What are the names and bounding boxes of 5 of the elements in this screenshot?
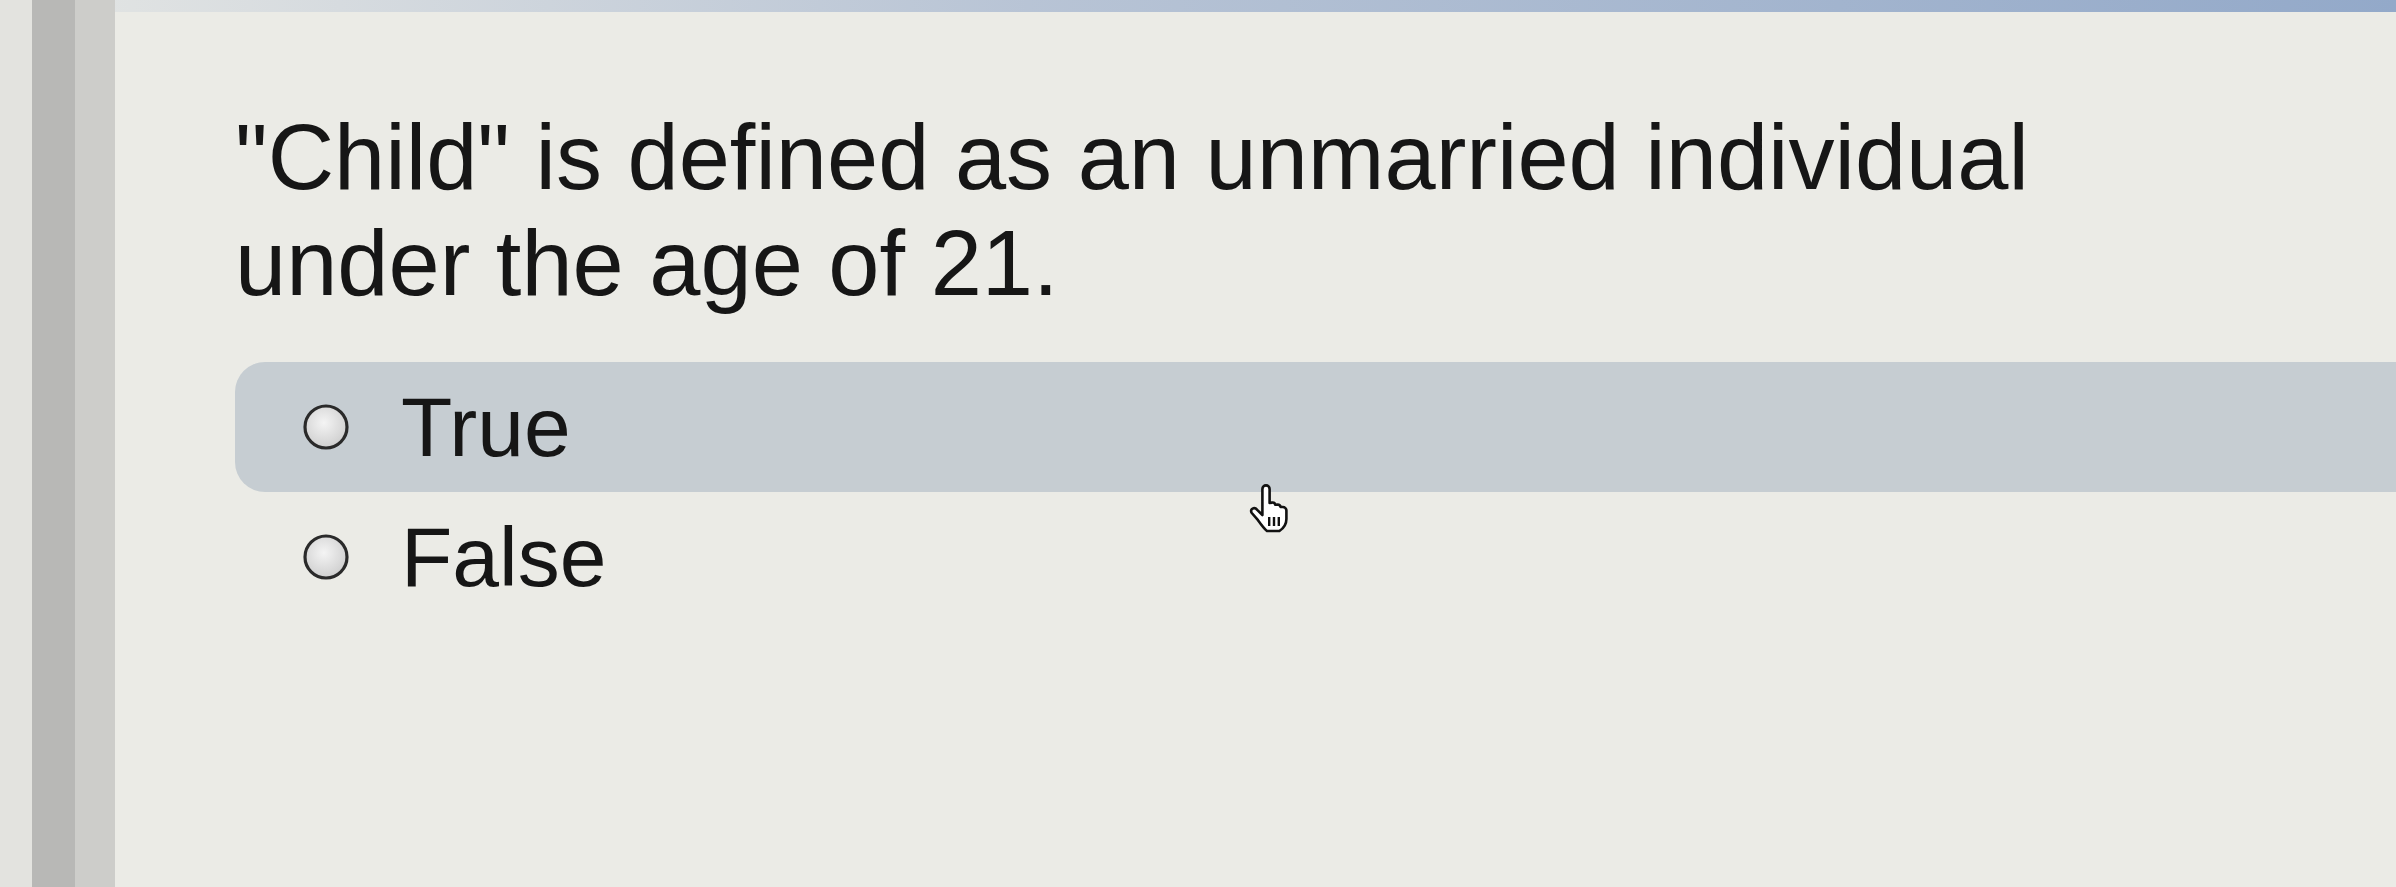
radio-button[interactable] [303, 534, 349, 580]
answer-option[interactable]: False [303, 515, 607, 599]
radio-button[interactable] [303, 404, 349, 450]
question-text: "Child" is defined as an unmarried individual under the age of 21. [235, 105, 2030, 316]
answer-option[interactable]: True [303, 385, 571, 469]
